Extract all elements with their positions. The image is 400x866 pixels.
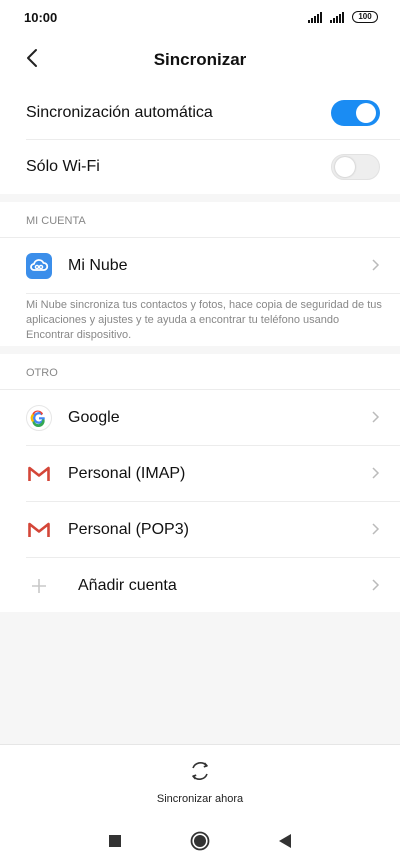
back-nav-button[interactable] bbox=[278, 833, 292, 854]
signal-icon bbox=[308, 11, 324, 23]
auto-sync-toggle[interactable] bbox=[331, 99, 380, 126]
wifi-only-toggle[interactable] bbox=[331, 154, 380, 180]
wifi-only-label: Sólo Wi-Fi bbox=[26, 158, 100, 175]
status-bar: 10:00 100 bbox=[0, 0, 400, 34]
account-label: Google bbox=[68, 408, 120, 426]
sync-now-bar: Sincronizar ahora bbox=[0, 744, 400, 820]
wifi-only-row[interactable]: Sólo Wi-Fi bbox=[26, 140, 400, 194]
sync-now-button[interactable]: Sincronizar ahora bbox=[157, 760, 243, 805]
back-button[interactable] bbox=[18, 46, 46, 74]
mi-nube-description: Mi Nube sincroniza tus contactos y fotos… bbox=[26, 299, 382, 341]
my-account-section: Mi Nube Mi Nube sincroniza tus contactos… bbox=[0, 238, 400, 346]
sync-now-label: Sincronizar ahora bbox=[156, 793, 244, 805]
toggle-knob bbox=[335, 157, 355, 177]
chevron-right-icon bbox=[371, 410, 380, 429]
recent-apps-button[interactable] bbox=[108, 834, 122, 853]
home-button[interactable] bbox=[190, 831, 210, 856]
account-row-personal-pop3[interactable]: Personal (POP3) bbox=[26, 502, 400, 558]
chevron-right-icon bbox=[371, 522, 380, 541]
account-label: Mi Nube bbox=[68, 256, 128, 274]
chevron-right-icon bbox=[371, 578, 380, 597]
account-row-mi-nube[interactable]: Mi Nube bbox=[26, 238, 400, 294]
status-time: 10:00 bbox=[24, 9, 58, 25]
section-header-my-account: MI CUENTA bbox=[0, 202, 400, 238]
auto-sync-label: Sincronización automática bbox=[26, 103, 213, 121]
page-title: Sincronizar bbox=[153, 50, 247, 69]
section-divider bbox=[0, 346, 400, 354]
account-label: Personal (IMAP) bbox=[68, 464, 186, 482]
chevron-right-icon bbox=[371, 466, 380, 485]
signal-icon bbox=[330, 11, 346, 23]
sync-settings-section: Sincronización automática Sólo Wi-Fi bbox=[0, 86, 400, 194]
add-account-row[interactable]: Añadir cuenta bbox=[26, 558, 400, 614]
cloud-icon bbox=[26, 252, 52, 279]
add-account-label: Añadir cuenta bbox=[78, 577, 177, 594]
app-header: Sincronizar bbox=[0, 34, 400, 86]
battery-icon: 100 bbox=[352, 11, 378, 23]
plus-icon bbox=[26, 573, 52, 599]
status-icons: 100 bbox=[308, 11, 378, 23]
google-icon bbox=[26, 404, 52, 431]
account-row-personal-imap[interactable]: Personal (IMAP) bbox=[26, 446, 400, 502]
gmail-icon bbox=[26, 517, 52, 543]
chevron-right-icon bbox=[371, 258, 380, 277]
account-label: Personal (POP3) bbox=[68, 520, 189, 538]
section-header-other: OTRO bbox=[0, 354, 400, 390]
toggle-knob bbox=[356, 102, 376, 123]
gmail-icon bbox=[26, 461, 52, 487]
sync-icon bbox=[189, 760, 211, 787]
auto-sync-row[interactable]: Sincronización automática bbox=[26, 86, 400, 140]
section-divider bbox=[0, 194, 400, 202]
other-accounts-section: Google Personal (IMAP) Personal (POP3) A… bbox=[0, 390, 400, 612]
system-nav-bar bbox=[0, 820, 400, 866]
account-row-google[interactable]: Google bbox=[26, 390, 400, 446]
chevron-left-icon bbox=[25, 48, 39, 73]
